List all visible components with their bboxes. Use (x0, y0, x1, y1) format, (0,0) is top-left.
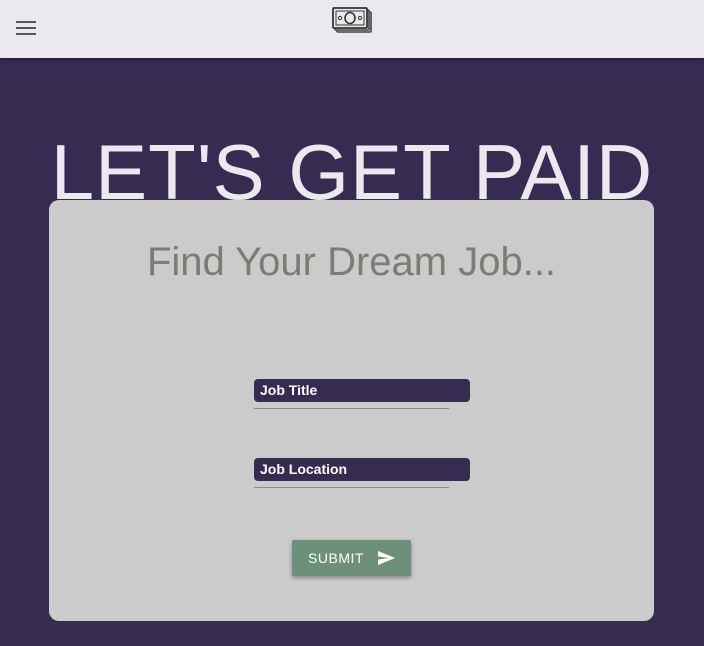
job-search-card: Find Your Dream Job... Job Title Job Loc… (49, 200, 654, 621)
app-bar (0, 0, 704, 58)
money-stack-icon (332, 7, 372, 33)
submit-label: SUBMIT (308, 550, 364, 566)
job-location-field[interactable]: Job Location (254, 458, 470, 492)
job-title-label: Job Title (254, 379, 470, 402)
job-location-label: Job Location (254, 458, 470, 481)
submit-button[interactable]: SUBMIT (292, 540, 411, 576)
card-title: Find Your Dream Job... (146, 240, 557, 284)
job-title-field[interactable]: Job Title (254, 379, 470, 413)
hamburger-menu-icon (16, 21, 36, 35)
send-icon (377, 551, 395, 565)
menu-button[interactable] (12, 14, 40, 42)
